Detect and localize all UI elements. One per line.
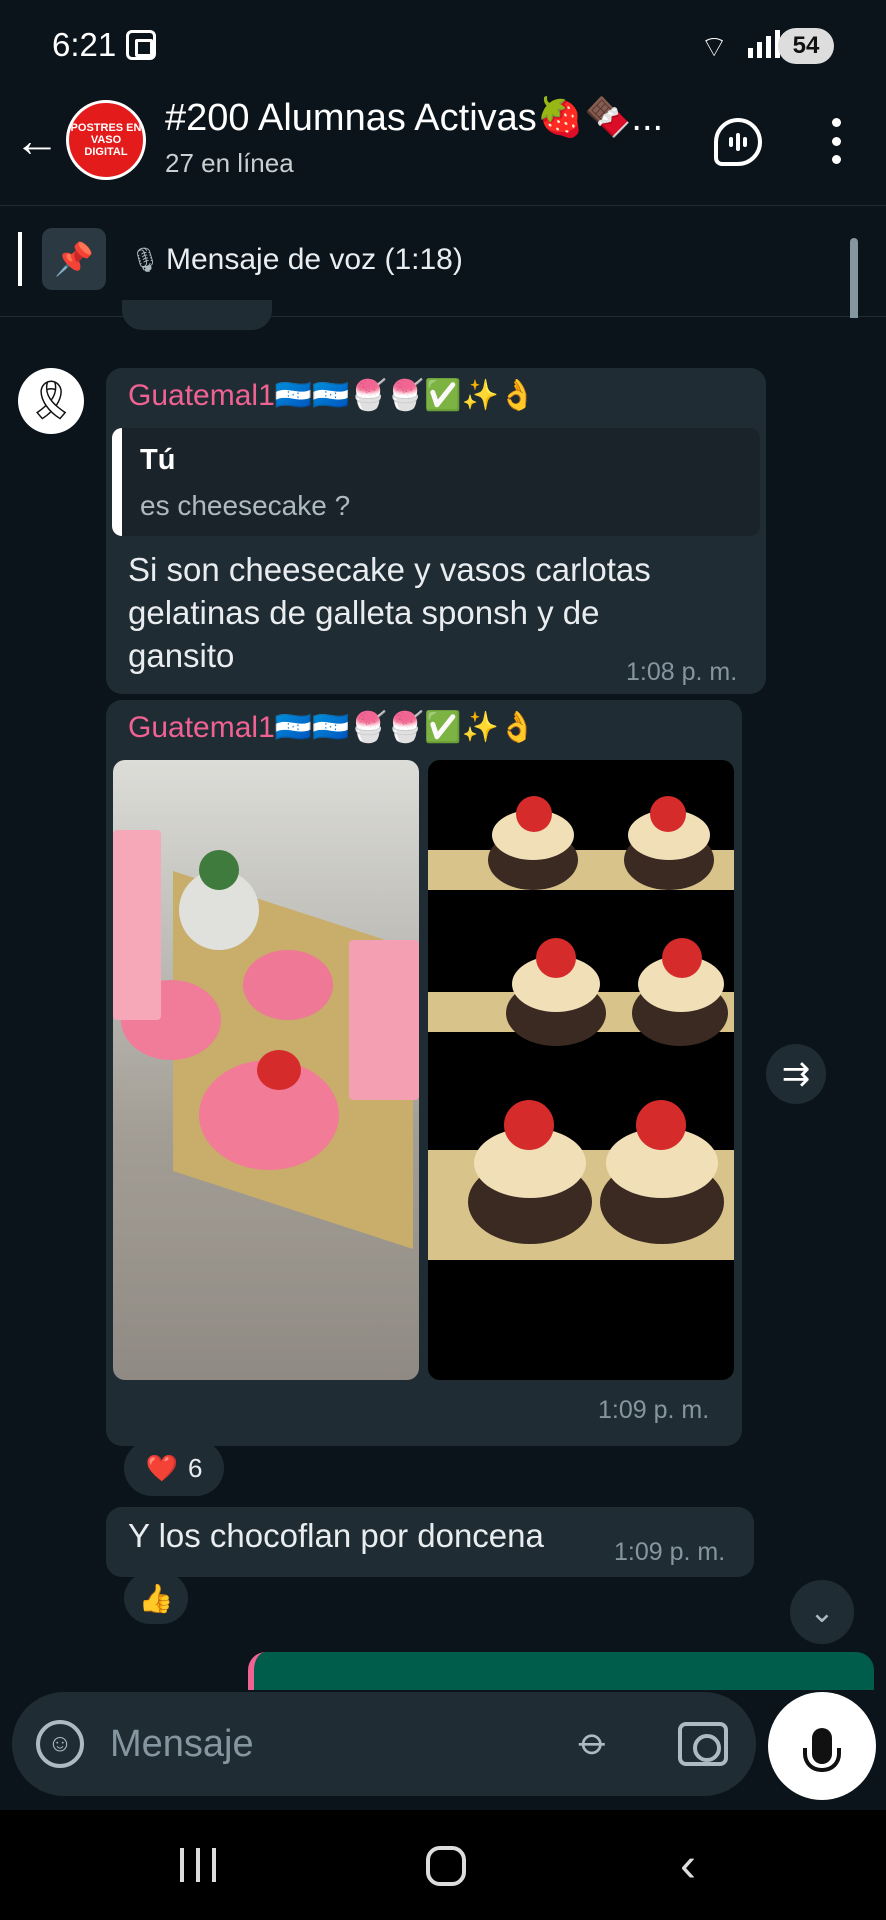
pinned-indicator xyxy=(18,232,22,286)
group-avatar[interactable]: POSTRES EN VASO DIGITAL xyxy=(66,100,146,180)
more-options-icon[interactable] xyxy=(826,118,846,164)
outgoing-message-partial[interactable] xyxy=(248,1652,874,1692)
forward-icon[interactable]: ⇉ xyxy=(766,1044,826,1104)
pinned-message-text[interactable]: Mensaje de voz (1:18) xyxy=(166,243,463,277)
dessert-photo-1[interactable] xyxy=(113,760,419,1380)
message-text-line: gelatinas de galleta sponsh y de xyxy=(128,594,600,631)
signal-icon xyxy=(748,28,780,58)
sender-avatar[interactable]: 🎗 xyxy=(18,368,84,434)
home-icon[interactable] xyxy=(426,1846,466,1886)
quote-author: Tú xyxy=(140,444,176,476)
scroll-down-icon[interactable]: ⌄ xyxy=(790,1580,854,1644)
online-count: 27 en línea xyxy=(165,148,294,178)
group-avatar-text: POSTRES EN VASO DIGITAL xyxy=(70,122,142,158)
dessert-photo-2[interactable] xyxy=(428,760,734,1380)
back-arrow-icon[interactable]: ← xyxy=(14,110,64,170)
pin-icon[interactable]: 📌 xyxy=(42,228,106,290)
mic-icon xyxy=(803,1728,841,1772)
sticker-emoji-icon[interactable]: ☺ xyxy=(36,1720,84,1768)
nav-back-icon[interactable]: ‹ xyxy=(680,1842,696,1890)
sender-name[interactable]: Guatemal1🇭🇳🇭🇳🍧🍧✅✨👌 xyxy=(128,378,536,413)
heart-icon: ❤️ xyxy=(145,1452,178,1483)
mic-small-icon: 🎙 xyxy=(130,247,161,274)
message-time: 1:08 p. m. xyxy=(626,658,738,686)
wifi-icon: ⌔ xyxy=(700,31,729,64)
camera-icon[interactable] xyxy=(678,1722,728,1766)
screen-record-icon xyxy=(126,30,156,60)
status-time: 6:21 xyxy=(52,26,117,63)
battery-indicator: 54 xyxy=(778,28,834,64)
voice-chat-icon[interactable] xyxy=(714,118,762,166)
recent-apps-icon[interactable] xyxy=(180,1848,216,1882)
reaction-count: 6 xyxy=(187,1452,203,1483)
message-text-line: Si son cheesecake y vasos carlotas xyxy=(128,551,651,588)
quote-text: es cheesecake ? xyxy=(140,490,351,521)
reaction-chip[interactable]: 👍 xyxy=(124,1572,188,1624)
message-time: 1:09 p. m. xyxy=(614,1538,726,1566)
thumbs-up-icon: 👍 xyxy=(138,1582,174,1614)
group-title[interactable]: #200 Alumnas Activas🍓🍫... xyxy=(165,96,663,140)
sender-name[interactable]: Guatemal1🇭🇳🇭🇳🍧🍧✅✨👌 xyxy=(128,710,536,745)
message-text: Y los chocoflan por doncena xyxy=(128,1517,544,1554)
message-text-line: gansito xyxy=(128,637,235,674)
previous-reaction-chip[interactable] xyxy=(122,300,272,330)
message-time: 1:09 p. m. xyxy=(598,1396,710,1424)
message-input[interactable] xyxy=(110,1716,550,1772)
reaction-chip[interactable]: ❤️ 6 xyxy=(124,1440,224,1496)
mic-record-button[interactable] xyxy=(768,1692,876,1800)
